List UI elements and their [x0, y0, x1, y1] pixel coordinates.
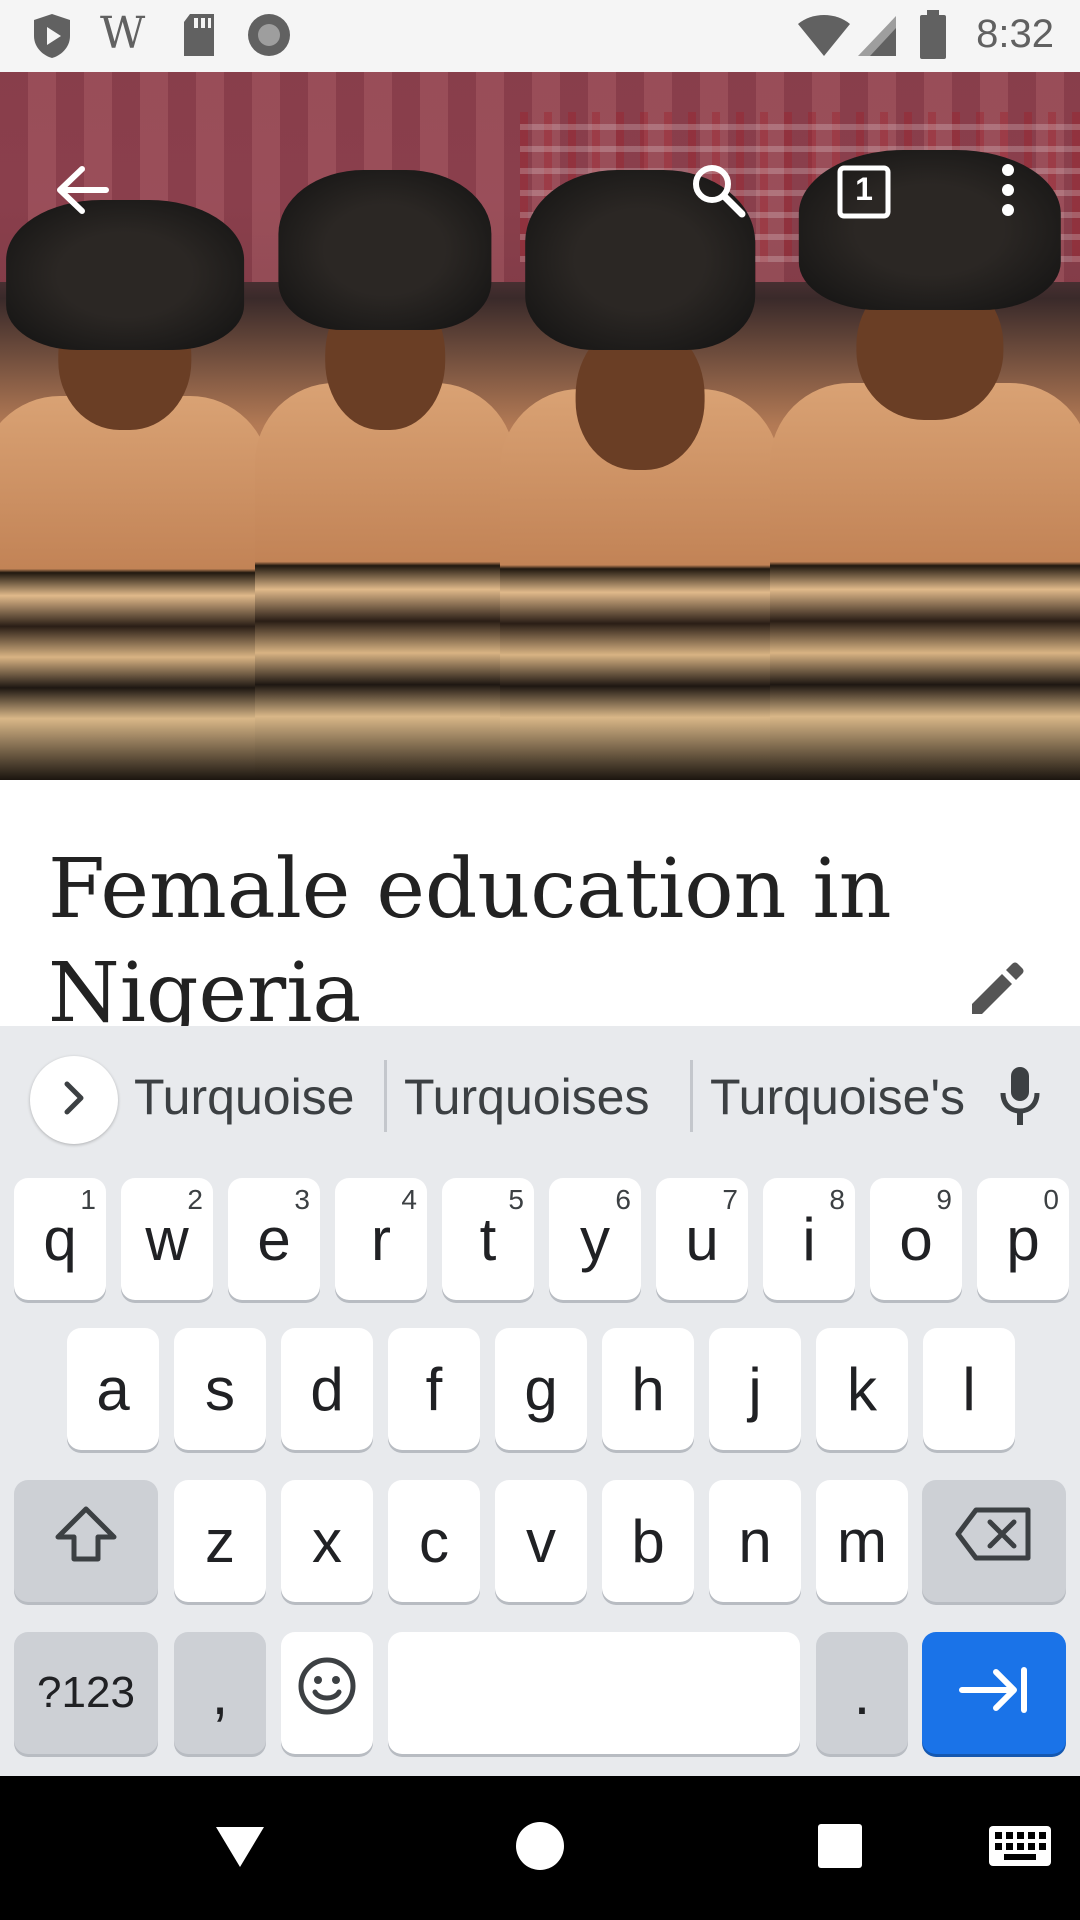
home-circle-icon — [514, 1820, 566, 1877]
photo-figure — [500, 150, 780, 780]
nav-back-button[interactable] — [200, 1808, 280, 1888]
more-vert-icon — [1000, 162, 1016, 223]
suggestion-2[interactable]: Turquoises — [404, 1068, 649, 1126]
back-arrow-icon — [54, 165, 110, 220]
voice-input-button[interactable] — [984, 1062, 1056, 1134]
status-time: 8:32 — [976, 12, 1054, 56]
key-x[interactable]: x — [281, 1480, 373, 1602]
tab-count: 1 — [855, 171, 873, 207]
key-w[interactable]: w2 — [121, 1178, 213, 1300]
key-g[interactable]: g — [495, 1328, 587, 1450]
key-o[interactable]: o9 — [870, 1178, 962, 1300]
key-a[interactable]: a — [67, 1328, 159, 1450]
suggestion-divider — [384, 1060, 387, 1132]
play-shield-icon — [30, 12, 74, 65]
key-t[interactable]: t5 — [442, 1178, 534, 1300]
shift-arrow-icon — [54, 1505, 118, 1577]
tabs-icon: 1 — [837, 165, 891, 219]
symbols-key[interactable]: ?123 — [14, 1632, 158, 1754]
search-icon — [690, 162, 746, 223]
key-d[interactable]: d — [281, 1328, 373, 1450]
key-z[interactable]: z — [174, 1480, 266, 1602]
keyboard-switcher-button[interactable] — [980, 1808, 1060, 1888]
key-k[interactable]: k — [816, 1328, 908, 1450]
period-key[interactable]: . — [816, 1632, 908, 1754]
soft-keyboard: Turquoise Turquoises Turquoise's q1 w2 e… — [0, 1026, 1080, 1776]
key-r[interactable]: r4 — [335, 1178, 427, 1300]
article-lead-image[interactable]: 1 — [0, 72, 1080, 780]
backspace-icon — [954, 1506, 1034, 1576]
key-m[interactable]: m — [816, 1480, 908, 1602]
key-i[interactable]: i8 — [763, 1178, 855, 1300]
photo-figure — [770, 140, 1080, 780]
key-n[interactable]: n — [709, 1480, 801, 1602]
edit-title-button[interactable] — [960, 956, 1032, 1028]
pencil-icon — [966, 960, 1026, 1025]
key-h[interactable]: h — [602, 1328, 694, 1450]
suggestion-strip: Turquoise Turquoises Turquoise's — [0, 1026, 1080, 1166]
key-f[interactable]: f — [388, 1328, 480, 1450]
sd-card-icon — [180, 12, 218, 63]
chevron-right-icon — [62, 1080, 86, 1121]
wikipedia-w-icon: W — [100, 8, 146, 59]
shift-key[interactable] — [14, 1480, 158, 1602]
comma-key[interactable]: , — [174, 1632, 266, 1754]
circle-record-icon — [246, 12, 292, 63]
tab-next-arrow-icon — [958, 1659, 1030, 1728]
space-bar[interactable] — [388, 1632, 800, 1754]
back-button[interactable] — [46, 156, 118, 228]
key-u[interactable]: u7 — [656, 1178, 748, 1300]
page-title: Female education in Nigeria — [48, 842, 892, 1041]
key-p[interactable]: p0 — [977, 1178, 1069, 1300]
key-q[interactable]: q1 — [14, 1178, 106, 1300]
status-bar: W 8:32 — [0, 0, 1080, 72]
system-nav-bar — [0, 1776, 1080, 1920]
keyboard-switch-icon — [987, 1824, 1053, 1873]
overflow-menu-button[interactable] — [972, 156, 1044, 228]
key-y[interactable]: y6 — [549, 1178, 641, 1300]
battery-icon — [918, 10, 948, 65]
cell-signal-icon — [856, 14, 898, 63]
expand-toolbar-button[interactable] — [30, 1056, 118, 1144]
key-v[interactable]: v — [495, 1480, 587, 1602]
photo-figure — [255, 140, 515, 780]
nav-recents-button[interactable] — [800, 1808, 880, 1888]
backspace-key[interactable] — [922, 1480, 1066, 1602]
key-c[interactable]: c — [388, 1480, 480, 1602]
enter-key[interactable] — [922, 1632, 1066, 1754]
key-b[interactable]: b — [602, 1480, 694, 1602]
suggestion-divider — [690, 1060, 693, 1132]
smiley-icon — [297, 1656, 357, 1730]
suggestion-3[interactable]: Turquoise's — [710, 1068, 965, 1126]
key-s[interactable]: s — [174, 1328, 266, 1450]
wifi-icon — [796, 14, 852, 63]
microphone-icon — [997, 1065, 1043, 1132]
suggestion-1[interactable]: Turquoise — [134, 1068, 354, 1126]
key-l[interactable]: l — [923, 1328, 1015, 1450]
nav-home-button[interactable] — [500, 1808, 580, 1888]
search-button[interactable] — [682, 156, 754, 228]
key-e[interactable]: e3 — [228, 1178, 320, 1300]
back-triangle-icon — [212, 1821, 268, 1876]
recents-square-icon — [816, 1822, 864, 1875]
key-j[interactable]: j — [709, 1328, 801, 1450]
tabs-button[interactable]: 1 — [828, 156, 900, 228]
photo-figure — [0, 160, 270, 780]
emoji-key[interactable] — [281, 1632, 373, 1754]
